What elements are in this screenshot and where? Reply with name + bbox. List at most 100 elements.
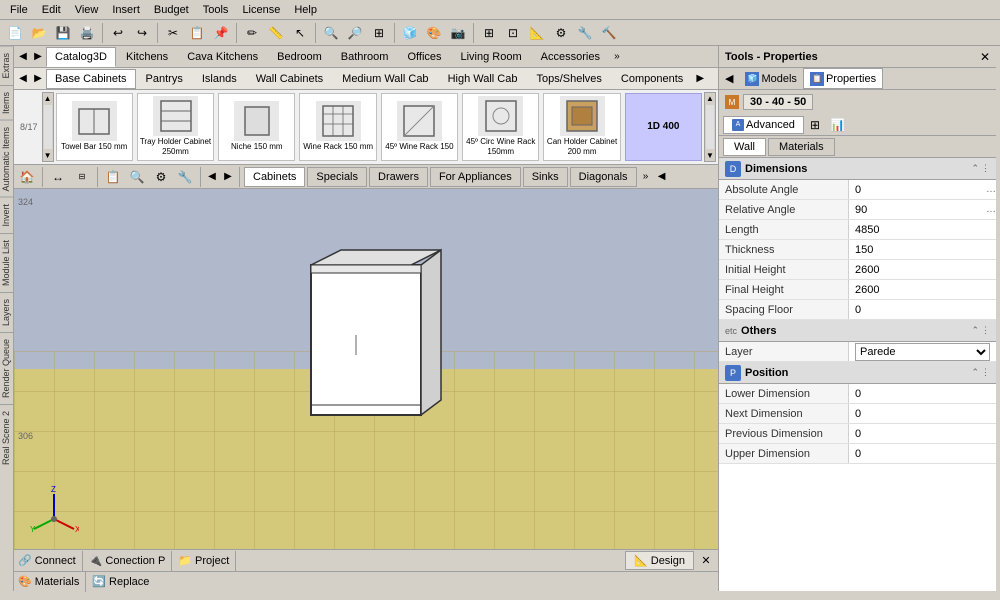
tb-cut[interactable]: ✂ [162, 22, 184, 44]
position-more[interactable]: ⋮ [981, 367, 990, 378]
adv-tab-chart[interactable]: 📊 [826, 116, 849, 134]
extras-tab-scene[interactable]: Real Scene 2 [0, 404, 13, 471]
cat-tab1-kitchens[interactable]: Kitchens [117, 47, 177, 67]
prop-length-value[interactable]: 4850 [849, 224, 996, 236]
prop-absolute-angle-value[interactable]: 0 [849, 184, 986, 196]
dimensions-collapse[interactable]: ⌃ [971, 163, 979, 174]
cat-item-7[interactable]: 1D 400 [625, 93, 702, 161]
cat-item-2[interactable]: Niche 150 mm [218, 93, 295, 161]
cat-tab1-bedroom[interactable]: Bedroom [268, 47, 331, 67]
tb-paste[interactable]: 📌 [210, 22, 232, 44]
menu-file[interactable]: File [4, 3, 34, 17]
cat-tab1-offices[interactable]: Offices [398, 47, 450, 67]
tb-cam[interactable]: 📷 [447, 22, 469, 44]
prop-initial-height-value[interactable]: 2600 [849, 264, 996, 276]
tb-redo[interactable]: ↪ [131, 22, 153, 44]
prop-lower-dim-value[interactable]: 0 [849, 388, 996, 400]
right-panel-close[interactable]: ✕ [980, 50, 990, 64]
menu-edit[interactable]: Edit [36, 3, 67, 17]
cat-item-4[interactable]: 45º Wine Rack 150 [381, 93, 458, 161]
extras-tab-modules[interactable]: Module List [0, 233, 13, 292]
tb-grid[interactable]: ⊞ [478, 22, 500, 44]
cat-btn-diagonals[interactable]: Diagonals [570, 167, 637, 187]
cat-item-0[interactable]: Towel Bar 150 mm [56, 93, 133, 161]
cat-scroll-v[interactable]: ▲ ▼ [42, 92, 54, 162]
menu-help[interactable]: Help [288, 3, 323, 17]
extras-tab-extras[interactable]: Extras [0, 46, 13, 85]
status-close[interactable]: ✕ [698, 554, 714, 567]
cat-btn-sinks[interactable]: Sinks [523, 167, 568, 187]
cat-nav-next[interactable]: ▶ [221, 167, 235, 187]
right-tab-properties[interactable]: 📋 Properties [803, 68, 883, 89]
prop-absolute-angle-dots[interactable]: … [986, 184, 996, 195]
right-tab-prev[interactable]: ◀ [719, 68, 739, 89]
tb-more1[interactable]: ⚙ [550, 22, 572, 44]
bottom-materials[interactable]: 🎨 Materials [18, 575, 79, 588]
cat-tb-icon3[interactable]: ⊟ [71, 166, 93, 188]
cat-tab2-islands[interactable]: Islands [193, 69, 246, 89]
cat-tb-icon7[interactable]: 🔧 [174, 166, 196, 188]
cat-tab1-living[interactable]: Living Room [452, 47, 531, 67]
cat-nav-prev[interactable]: ◀ [205, 167, 219, 187]
viewport-3d[interactable]: 324 306 [14, 189, 718, 549]
extras-tab-items[interactable]: Items [0, 85, 13, 120]
cat-btn-specials[interactable]: Specials [307, 167, 367, 187]
menu-tools[interactable]: Tools [197, 3, 235, 17]
prop-thickness-value[interactable]: 150 [849, 244, 996, 256]
tb-new[interactable]: 📄 [4, 22, 26, 44]
cat-tab1-prev[interactable]: ◀ [16, 47, 30, 67]
cat-tab2-base[interactable]: Base Cabinets [46, 69, 136, 89]
cat-tab2-medwall[interactable]: Medium Wall Cab [333, 69, 437, 89]
cat-tb-icon6[interactable]: ⚙ [150, 166, 172, 188]
prop-final-height-value[interactable]: 2600 [849, 284, 996, 296]
tb-render[interactable]: 🎨 [423, 22, 445, 44]
cat-tb-icon4[interactable]: 📋 [102, 166, 124, 188]
tb-more3[interactable]: 🔨 [598, 22, 620, 44]
tb-snap[interactable]: ⊡ [502, 22, 524, 44]
tb-measure[interactable]: 📐 [526, 22, 548, 44]
others-more[interactable]: ⋮ [981, 325, 990, 336]
cat-item-5[interactable]: 45º Circ Wine Rack 150mm [462, 93, 539, 161]
cat-tab2-tops[interactable]: Tops/Shelves [527, 69, 610, 89]
cat-tab1-accessories[interactable]: Accessories [532, 47, 609, 67]
cat-tab2-next[interactable]: ▶ [31, 69, 45, 89]
cat-btn-appliances[interactable]: For Appliances [430, 167, 521, 187]
cat-scroll-h[interactable]: ▲ ▼ [704, 92, 716, 162]
tb-undo[interactable]: ↩ [107, 22, 129, 44]
tb-open[interactable]: 📂 [28, 22, 50, 44]
status-conectionp[interactable]: 🔌 Conection P [89, 554, 166, 567]
cat-btn-drawers[interactable]: Drawers [369, 167, 428, 187]
tb-select[interactable]: ↖ [289, 22, 311, 44]
section-header-others[interactable]: etc Others ⌃ ⋮ [719, 320, 996, 342]
cat-tab1-cava[interactable]: Cava Kitchens [178, 47, 267, 67]
tb-3d[interactable]: 🧊 [399, 22, 421, 44]
tb-save[interactable]: 💾 [52, 22, 74, 44]
menu-view[interactable]: View [69, 3, 105, 17]
tb-zoom-fit[interactable]: ⊞ [368, 22, 390, 44]
extras-tab-layers[interactable]: Layers [0, 292, 13, 332]
wm-tab-wall[interactable]: Wall [723, 138, 766, 156]
prop-next-dim-value[interactable]: 0 [849, 408, 996, 420]
cat-tb-icon2[interactable]: ↔ [47, 166, 69, 188]
cat-tab2-wall[interactable]: Wall Cabinets [247, 69, 332, 89]
prop-relative-angle-dots[interactable]: … [986, 204, 996, 215]
right-tab-models-icon[interactable]: 🧊 Models [739, 68, 802, 89]
status-design-btn[interactable]: 📐 Design [625, 551, 694, 570]
cat-tab1-catalog3d[interactable]: Catalog3D [46, 47, 116, 67]
section-header-dimensions[interactable]: D Dimensions ⌃ ⋮ [719, 158, 996, 180]
cat-tab1-next[interactable]: ▶ [31, 47, 45, 67]
cat-btn-cabinets[interactable]: Cabinets [244, 167, 305, 187]
cat-toolbar-left[interactable]: ◀ [655, 167, 669, 187]
adv-tab-table[interactable]: ⊞ [806, 116, 824, 134]
extras-tab-auto[interactable]: Automatic Items [0, 120, 13, 198]
tb-more2[interactable]: 🔧 [574, 22, 596, 44]
menu-budget[interactable]: Budget [148, 3, 195, 17]
others-collapse[interactable]: ⌃ [971, 325, 979, 336]
extras-tab-render[interactable]: Render Queue [0, 332, 13, 404]
section-header-position[interactable]: P Position ⌃ ⋮ [719, 362, 996, 384]
status-project[interactable]: 📁 Project [178, 554, 229, 567]
wm-tab-materials[interactable]: Materials [768, 138, 835, 156]
cat-item-3[interactable]: Wine Rack 150 mm [299, 93, 376, 161]
position-collapse[interactable]: ⌃ [971, 367, 979, 378]
cat-tab2-comp[interactable]: Components [612, 69, 692, 89]
